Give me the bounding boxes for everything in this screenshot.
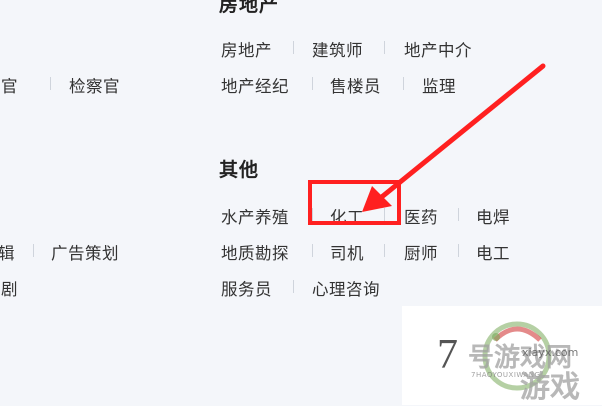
watermark-sub: 游戏	[520, 370, 580, 405]
watermark-url: xiayx.com	[522, 346, 579, 359]
watermark-number: 7	[437, 332, 458, 378]
